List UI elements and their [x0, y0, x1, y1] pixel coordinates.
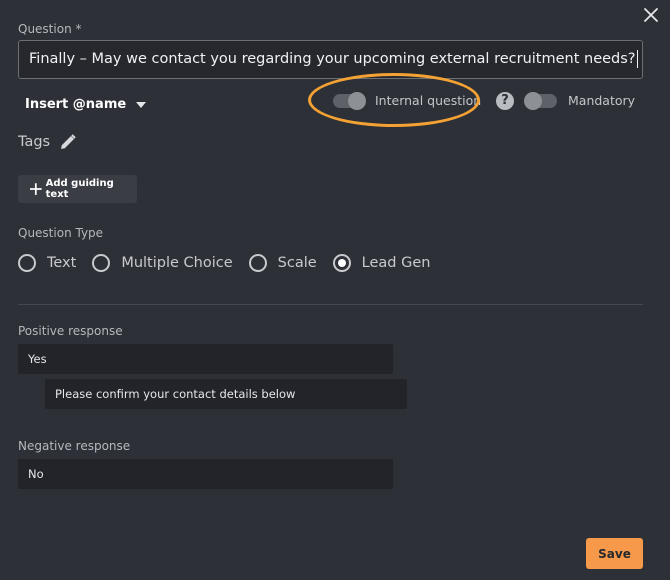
tags-row: Tags: [18, 134, 76, 150]
pencil-icon[interactable]: [60, 134, 76, 150]
close-icon: [644, 8, 658, 22]
help-icon[interactable]: ?: [496, 92, 514, 110]
radio-circle: [248, 254, 267, 272]
save-button[interactable]: Save: [586, 538, 643, 569]
close-button[interactable]: [640, 4, 662, 26]
radio-lead-gen[interactable]: Lead Gen: [332, 254, 431, 272]
radio-scale[interactable]: Scale: [248, 254, 317, 272]
question-type-label: Question Type: [18, 226, 104, 240]
tags-label: Tags: [18, 134, 51, 150]
radio-text[interactable]: Text: [18, 254, 76, 272]
negative-response-label: Negative response: [18, 439, 131, 453]
radio-label: Lead Gen: [361, 255, 431, 271]
insert-name-dropdown[interactable]: Insert @name: [25, 97, 147, 112]
positive-response-label: Positive response: [18, 324, 123, 338]
add-guiding-text-button[interactable]: Add guiding text: [18, 175, 137, 203]
negative-response-input[interactable]: No: [18, 459, 393, 489]
positive-followup-input[interactable]: Please confirm your contact details belo…: [45, 379, 407, 409]
internal-question-toggle[interactable]: [333, 92, 366, 110]
internal-question-label: Internal question: [375, 93, 482, 108]
text-caret: [636, 50, 638, 68]
negative-response-value: No: [28, 467, 44, 481]
radio-circle: [18, 254, 36, 272]
toggle-knob: [348, 92, 366, 110]
mandatory-label: Mandatory: [568, 93, 636, 108]
insert-name-label: Insert @name: [25, 97, 127, 112]
radio-multiple-choice[interactable]: Multiple Choice: [92, 254, 233, 272]
radio-circle-selected: [332, 254, 351, 272]
radio-label: Multiple Choice: [121, 255, 233, 271]
radio-label: Scale: [277, 255, 317, 271]
positive-followup-value: Please confirm your contact details belo…: [55, 387, 296, 401]
add-guiding-text-label: Add guiding text: [45, 178, 114, 200]
radio-label: Text: [47, 255, 77, 271]
question-input[interactable]: Finally – May we contact you regarding y…: [18, 40, 643, 79]
radio-circle: [92, 254, 111, 272]
positive-response-value: Yes: [28, 352, 47, 366]
caret-down-icon: [136, 101, 147, 108]
section-divider: [18, 304, 643, 305]
question-input-text: Finally – May we contact you regarding y…: [29, 51, 636, 67]
mandatory-toggle[interactable]: [524, 92, 557, 110]
toggle-knob: [524, 92, 542, 110]
plus-icon: [30, 183, 42, 195]
question-label: Question *: [18, 22, 82, 36]
question-type-radio-group: Text Multiple Choice Scale Lead Gen: [18, 254, 446, 272]
positive-response-input[interactable]: Yes: [18, 344, 393, 374]
